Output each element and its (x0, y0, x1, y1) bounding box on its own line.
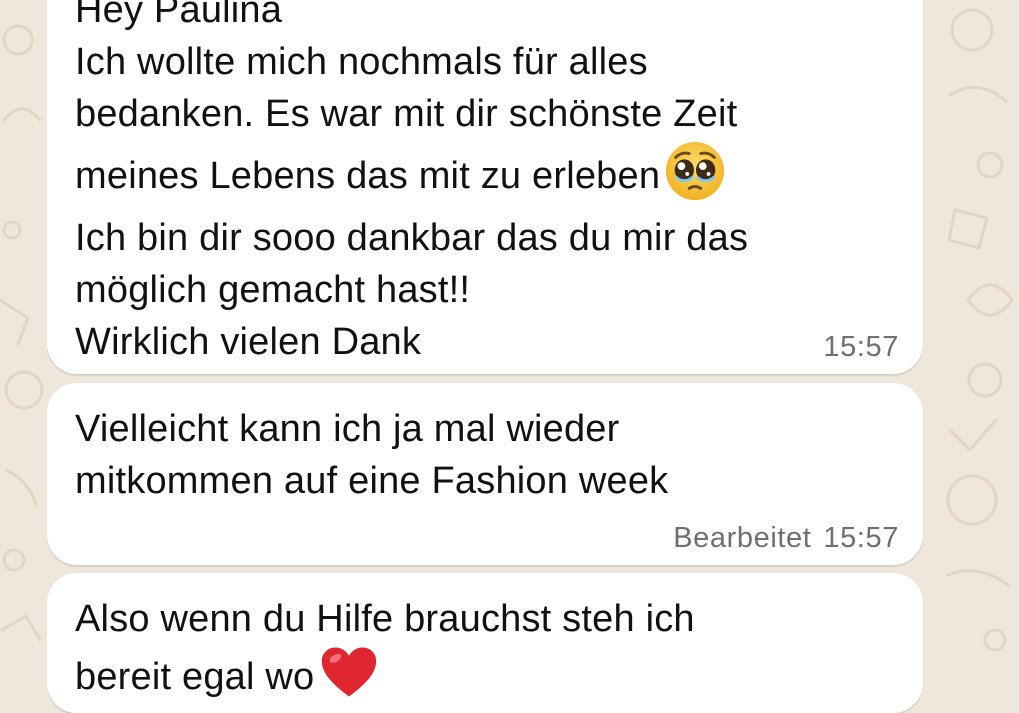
message-text-line: Vielleicht kann ich ja mal wieder (75, 408, 620, 450)
message-text-line-with-emoji: bereit egal wo (75, 645, 899, 703)
message-text-line: bedanken. Es war mit dir schönste Zeit (75, 93, 738, 135)
message-text: bereit egal wo (75, 656, 315, 698)
message-text-line: Ich wollte mich nochmals für alles (75, 41, 648, 83)
message-text-line: Ich bin dir sooo dankbar das du mir das (75, 217, 749, 259)
red-heart-icon (322, 647, 377, 697)
message-text-line: möglich gemacht hast!! (75, 269, 471, 311)
message-text-line: Hey Paulina (75, 0, 283, 31)
message-text-line-with-emoji: meines Lebens das mit zu erleben (75, 140, 899, 212)
message-bubble[interactable]: Vielleicht kann ich ja mal wieder mitkom… (47, 383, 923, 565)
pleading-face-icon (666, 141, 725, 201)
chat-message-list[interactable]: Hey Paulina Ich wollte mich nochmals für… (0, 0, 1019, 713)
message-text-line: mitkommen auf eine Fashion week (75, 460, 669, 502)
message-bubble[interactable]: Also wenn du Hilfe brauchst steh ich ber… (47, 573, 923, 713)
message-text-line: Also wenn du Hilfe brauchst steh ich (75, 598, 695, 640)
message-text: meines Lebens das mit zu erleben (75, 155, 661, 197)
message-timestamp: 15:57 (823, 522, 899, 554)
message-meta: Bearbeitet 15:57 (673, 522, 899, 555)
message-bubble[interactable]: Hey Paulina Ich wollte mich nochmals für… (47, 0, 923, 374)
message-meta: 15:57 (823, 331, 899, 364)
message-text-line: Wirklich vielen Dank (75, 321, 422, 363)
message-timestamp: 15:57 (823, 331, 899, 363)
edited-label: Bearbeitet (673, 522, 812, 554)
